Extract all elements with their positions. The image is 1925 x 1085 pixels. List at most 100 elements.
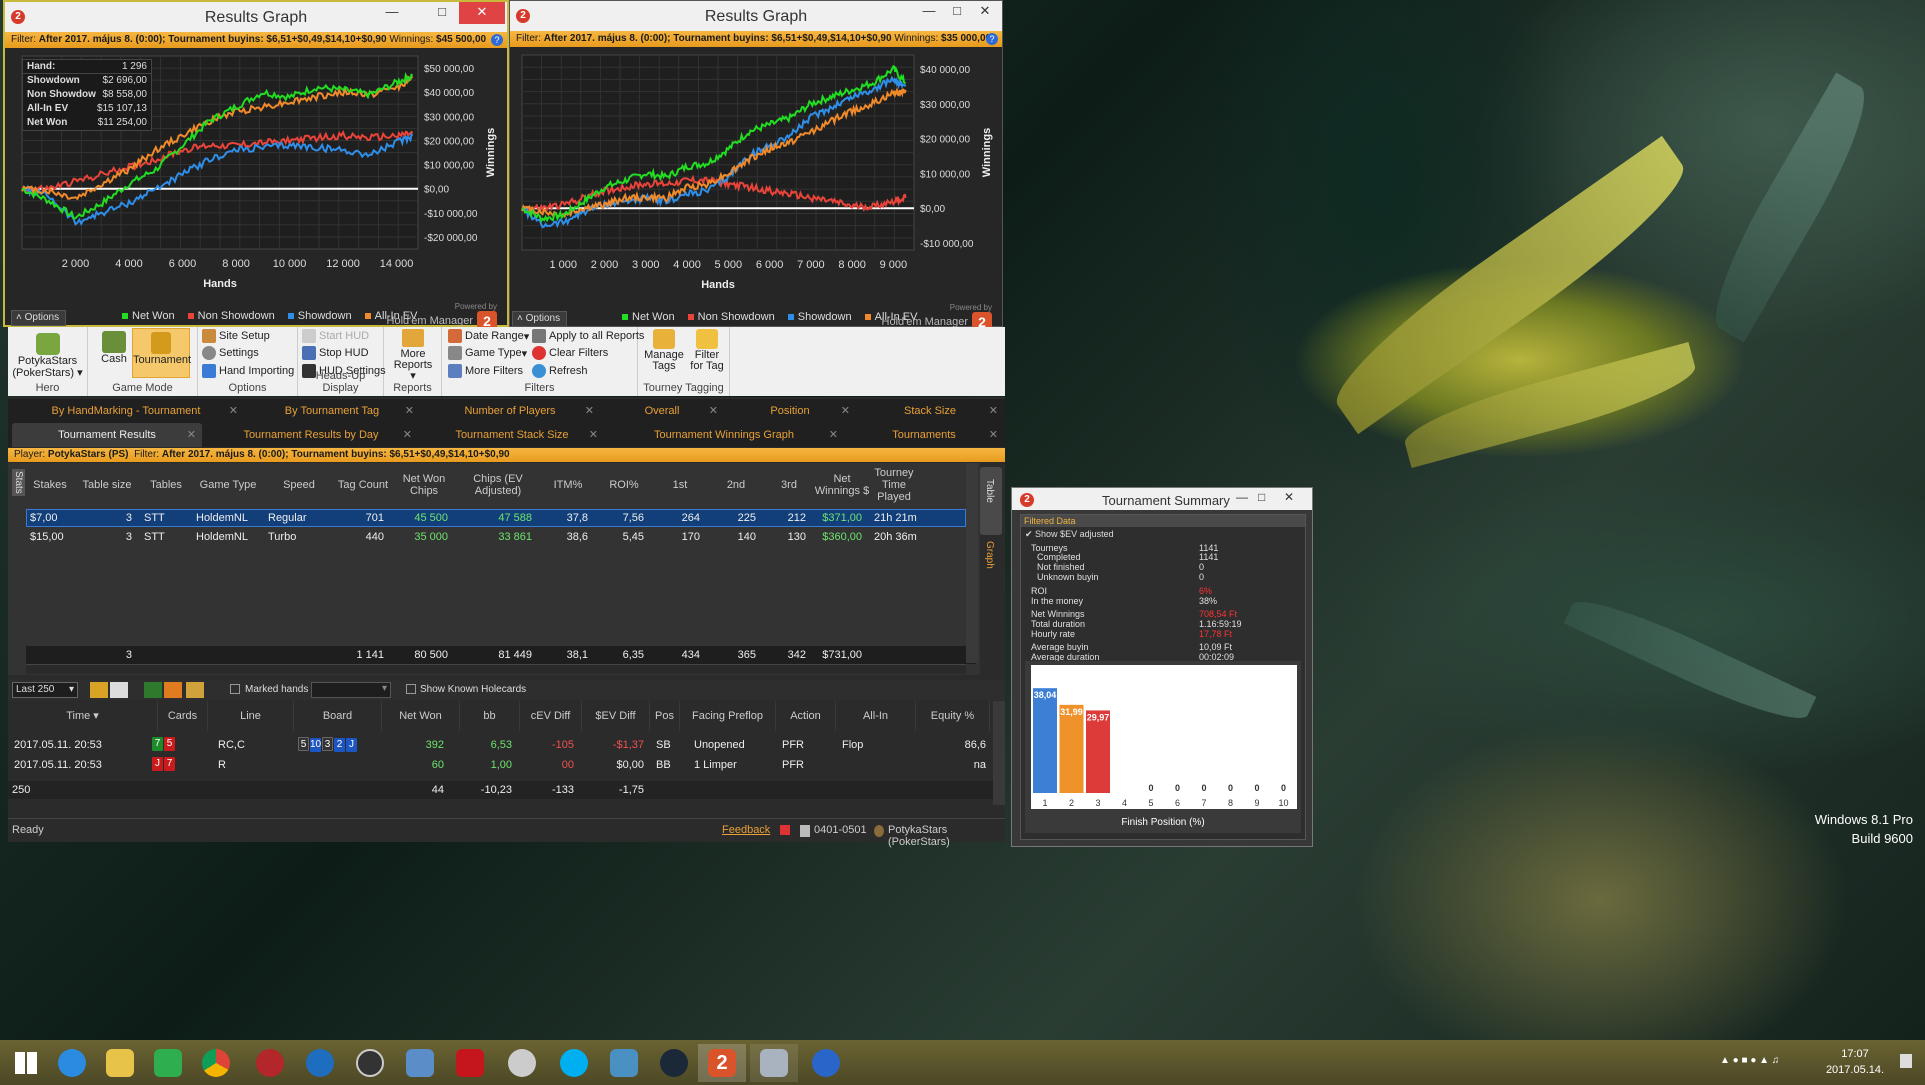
taskbar-app-clock[interactable] bbox=[498, 1044, 546, 1082]
legend-non-showdown[interactable]: Non Showdown bbox=[187, 310, 275, 322]
legend-showdown[interactable]: Showdown bbox=[787, 311, 852, 323]
legend-net-won[interactable]: Net Won bbox=[122, 310, 175, 322]
tab-position[interactable]: Position ✕ bbox=[724, 399, 856, 423]
taskbar-tool[interactable] bbox=[396, 1044, 444, 1082]
hands-column-header[interactable]: Pos bbox=[650, 701, 680, 731]
heat-icon[interactable] bbox=[164, 682, 182, 698]
results-column-header[interactable]: Tourney Time Played bbox=[870, 463, 918, 507]
tab-tournament-winnings-graph[interactable]: Tournament Winnings Graph ✕ bbox=[604, 423, 844, 447]
hands-column-header[interactable]: $EV Diff bbox=[582, 701, 650, 731]
taskbar-store[interactable] bbox=[144, 1044, 192, 1082]
table-side-tab[interactable]: Table bbox=[980, 467, 1002, 535]
results-column-header[interactable]: 1st bbox=[652, 463, 708, 507]
hands-column-header[interactable]: Line bbox=[208, 701, 294, 731]
results-column-header[interactable]: Chips (EV Adjusted) bbox=[456, 463, 540, 507]
results-column-header[interactable]: Stakes bbox=[26, 463, 74, 507]
site-setup-button[interactable]: Site Setup bbox=[202, 329, 270, 343]
minimize-button[interactable]: — bbox=[377, 2, 407, 24]
results-column-header[interactable]: 3rd bbox=[764, 463, 814, 507]
taskbar-app-red[interactable] bbox=[246, 1044, 294, 1082]
grid-icon[interactable] bbox=[144, 682, 162, 698]
hands-column-header[interactable]: Net Won bbox=[382, 701, 460, 731]
tournament-button[interactable]: Tournament bbox=[132, 328, 191, 378]
taskbar-hm2[interactable]: 2 bbox=[698, 1044, 746, 1082]
clock[interactable]: 17:07 2017.05.14. bbox=[1820, 1046, 1890, 1078]
settings-button[interactable]: Settings bbox=[202, 346, 259, 360]
taskbar-pokerstars[interactable] bbox=[446, 1044, 494, 1082]
hands-column-header[interactable]: bb bbox=[460, 701, 520, 731]
marked-hands-dropdown[interactable]: ▾ bbox=[311, 682, 391, 698]
date-range-dropdown[interactable]: Date Range ▾ bbox=[448, 329, 529, 343]
results-column-header[interactable]: ITM% bbox=[540, 463, 596, 507]
hand-importing-button[interactable]: Hand Importing bbox=[202, 364, 294, 378]
graph-side-tab[interactable]: Graph bbox=[980, 537, 1002, 579]
tab-tournaments[interactable]: Tournaments ✕ bbox=[844, 423, 1004, 447]
results-column-header[interactable]: Game Type bbox=[192, 463, 264, 507]
close-button[interactable]: ✕ bbox=[1284, 490, 1294, 504]
results-column-header[interactable]: Net Won Chips bbox=[392, 463, 456, 507]
tab-overall[interactable]: Overall ✕ bbox=[600, 399, 724, 423]
taskbar-chrome[interactable] bbox=[192, 1044, 240, 1082]
legend-showdown[interactable]: Showdown bbox=[287, 310, 352, 322]
taskbar-steam[interactable] bbox=[650, 1044, 698, 1082]
results-vertical-scrollbar[interactable] bbox=[966, 463, 978, 663]
hands-vertical-scrollbar[interactable] bbox=[993, 701, 1005, 805]
maximize-button[interactable]: □ bbox=[427, 2, 457, 24]
more-filters-button[interactable]: More Filters bbox=[448, 364, 523, 378]
last-hands-dropdown[interactable]: Last 250 ▾ bbox=[12, 682, 78, 698]
more-reports-button[interactable]: More Reports ▾ bbox=[390, 329, 436, 382]
maximize-button[interactable]: □ bbox=[1258, 490, 1265, 504]
tab-number-of-players[interactable]: Number of Players ✕ bbox=[420, 399, 600, 423]
hands-column-header[interactable]: Action bbox=[776, 701, 836, 731]
taskbar-photos[interactable] bbox=[600, 1044, 648, 1082]
taskbar-obs[interactable] bbox=[346, 1044, 394, 1082]
hands-column-header[interactable]: Facing Preflop bbox=[680, 701, 776, 731]
tab-by-handmarking[interactable]: By HandMarking - Tournament ✕ bbox=[8, 399, 244, 423]
hands-column-header[interactable]: cEV Diff bbox=[520, 701, 582, 731]
feedback-link[interactable]: Feedback bbox=[722, 824, 770, 836]
legend-non-showdown[interactable]: Non Showdown bbox=[687, 311, 775, 323]
results-column-header[interactable]: Tables bbox=[140, 463, 192, 507]
show-known-holecards-checkbox[interactable] bbox=[406, 684, 416, 694]
clear-filters-button[interactable]: Clear Filters bbox=[532, 346, 608, 360]
rewind-icon[interactable] bbox=[90, 682, 108, 698]
taskbar-hud-window[interactable] bbox=[750, 1044, 798, 1082]
results-horizontal-scrollbar[interactable] bbox=[26, 664, 966, 674]
options-toggle[interactable]: ˄ Options bbox=[512, 311, 567, 327]
manage-tags-button[interactable]: Manage Tags bbox=[642, 329, 686, 372]
taskbar-rocket-league[interactable] bbox=[802, 1044, 850, 1082]
results-column-header[interactable]: Table size bbox=[74, 463, 140, 507]
options-toggle[interactable]: ˄ Options bbox=[11, 310, 66, 326]
show-sev-checkbox[interactable]: ✔ Show $EV adjusted bbox=[1025, 529, 1114, 540]
minimize-button[interactable]: — bbox=[1236, 490, 1248, 504]
apply-all-reports-button[interactable]: Apply to all Reports bbox=[532, 329, 644, 343]
hands-column-header[interactable]: Equity % bbox=[916, 701, 990, 731]
taskbar-app-blue[interactable] bbox=[296, 1044, 344, 1082]
filter-for-tag-button[interactable]: Filter for Tag bbox=[686, 329, 728, 372]
results-column-header[interactable]: ROI% bbox=[596, 463, 652, 507]
hands-column-header[interactable]: Time ▾ bbox=[8, 701, 158, 731]
start-button[interactable] bbox=[2, 1044, 50, 1082]
maximize-button[interactable]: □ bbox=[942, 1, 972, 23]
game-type-dropdown[interactable]: Game Type ▾ bbox=[448, 346, 527, 360]
tab-tournament-results[interactable]: Tournament Results ✕ bbox=[12, 423, 202, 447]
tray-icons[interactable]: ▲ ● ■ ● ▲ ♫ bbox=[1720, 1055, 1779, 1066]
tab-tournament-stack-size[interactable]: Tournament Stack Size ✕ bbox=[420, 423, 604, 447]
hands-column-header[interactable]: Cards bbox=[158, 701, 208, 731]
help-icon[interactable]: ? bbox=[986, 33, 998, 45]
stop-hud-button[interactable]: Stop HUD bbox=[302, 346, 369, 360]
start-hud-button[interactable]: Start HUD bbox=[302, 329, 369, 343]
cash-button[interactable]: Cash bbox=[96, 331, 132, 365]
taskbar-skype[interactable] bbox=[550, 1044, 598, 1082]
hero-selector[interactable]: PotykaStars (PokerStars) ▾ bbox=[8, 355, 87, 379]
marked-hands-checkbox[interactable] bbox=[230, 684, 240, 694]
chart-icon[interactable] bbox=[186, 682, 204, 698]
notification-icon[interactable] bbox=[1900, 1054, 1912, 1068]
taskbar-explorer[interactable] bbox=[96, 1044, 144, 1082]
results-column-header[interactable]: Net Winnings $ bbox=[814, 463, 870, 507]
close-button[interactable]: ✕ bbox=[970, 1, 1000, 23]
hands-column-header[interactable]: Board bbox=[294, 701, 382, 731]
results-column-header[interactable]: Tag Count bbox=[334, 463, 392, 507]
tab-stack-size[interactable]: Stack Size ✕ bbox=[856, 399, 1004, 423]
legend-net-won[interactable]: Net Won bbox=[622, 311, 675, 323]
